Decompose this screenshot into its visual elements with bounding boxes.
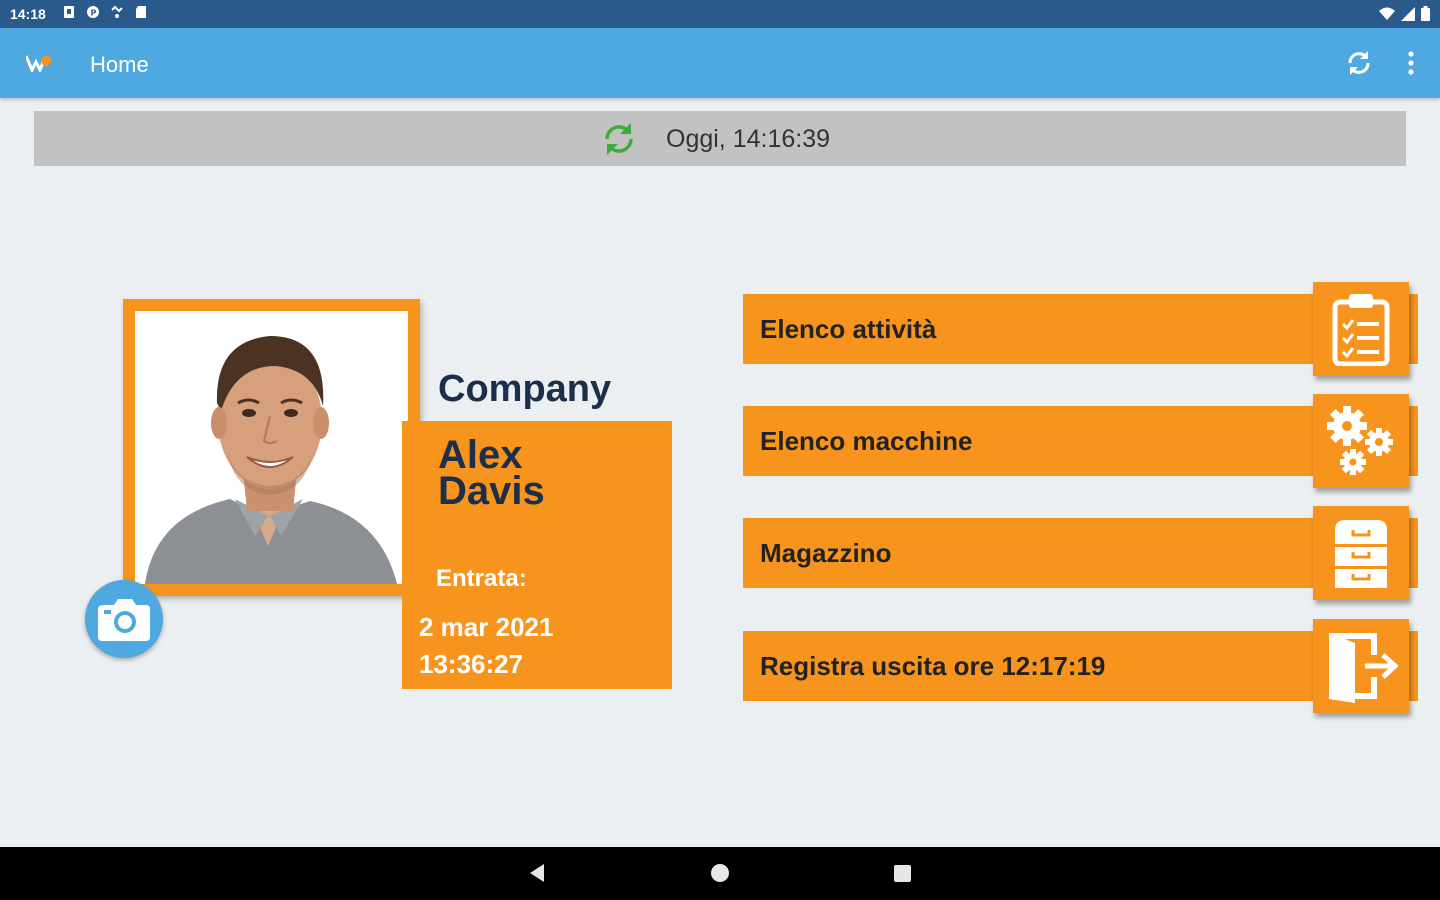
recent-apps-icon[interactable] — [894, 865, 911, 882]
back-icon[interactable] — [528, 863, 546, 883]
company-name: Company — [438, 368, 612, 410]
machines-list-button[interactable]: Elenco macchine — [743, 394, 1418, 488]
exit-door-icon — [1329, 633, 1399, 703]
register-exit-label: Registra uscita ore 12:17:19 — [760, 651, 1106, 681]
app-logo-icon — [26, 55, 52, 72]
register-exit-tile[interactable] — [1313, 619, 1409, 713]
filing-cabinet-icon — [1335, 520, 1387, 588]
clipboard-checklist-icon — [1332, 294, 1390, 366]
sd-card-icon — [136, 6, 146, 18]
activities-list-button[interactable]: Elenco attività — [743, 282, 1418, 376]
camera-button[interactable] — [85, 580, 163, 658]
sync-icon[interactable] — [1344, 48, 1374, 78]
status-bar: 14:18 P — [0, 0, 1440, 28]
svg-text:P: P — [91, 9, 97, 18]
status-time: 14:18 — [10, 6, 46, 22]
signal-icon — [1401, 6, 1415, 21]
profile-photo-frame — [123, 299, 420, 596]
warehouse-button[interactable]: Magazzino — [743, 506, 1418, 600]
system-nav-bar — [0, 847, 1440, 900]
employee-last-name: Davis — [438, 469, 545, 513]
entry-time: 13:36:27 — [419, 649, 524, 679]
machines-list-label: Elenco macchine — [760, 426, 973, 456]
machines-list-tile[interactable] — [1313, 394, 1409, 488]
gears-icon — [1327, 406, 1393, 475]
entry-label: Entrata: — [436, 565, 527, 592]
sim-icon — [64, 6, 74, 18]
employee-info-card: Alex Davis Entrata: 2 mar 2021 13:36:27 — [402, 421, 672, 689]
app-bar: Home — [0, 28, 1440, 98]
sync-status-icon — [605, 123, 633, 155]
last-sync-bar: Oggi, 14:16:39 — [34, 111, 1406, 166]
battery-icon — [1421, 6, 1430, 21]
wifi-icon — [1379, 7, 1395, 20]
page-title: Home — [90, 52, 149, 77]
entry-date: 2 mar 2021 — [419, 612, 554, 642]
last-sync-text: Oggi, 14:16:39 — [666, 125, 831, 153]
camera-icon — [98, 599, 150, 641]
activities-list-label: Elenco attività — [760, 314, 937, 344]
more-options-icon[interactable] — [1406, 50, 1416, 76]
warehouse-tile[interactable] — [1313, 506, 1409, 600]
profile-photo — [135, 311, 408, 584]
warehouse-label: Magazzino — [760, 538, 892, 568]
vpn-icon: P — [87, 6, 99, 18]
wifi-calling-icon — [111, 5, 123, 18]
activities-list-tile[interactable] — [1313, 282, 1409, 376]
register-exit-button[interactable]: Registra uscita ore 12:17:19 — [743, 619, 1418, 713]
home-icon[interactable] — [711, 864, 729, 882]
person-portrait-image — [135, 311, 408, 584]
